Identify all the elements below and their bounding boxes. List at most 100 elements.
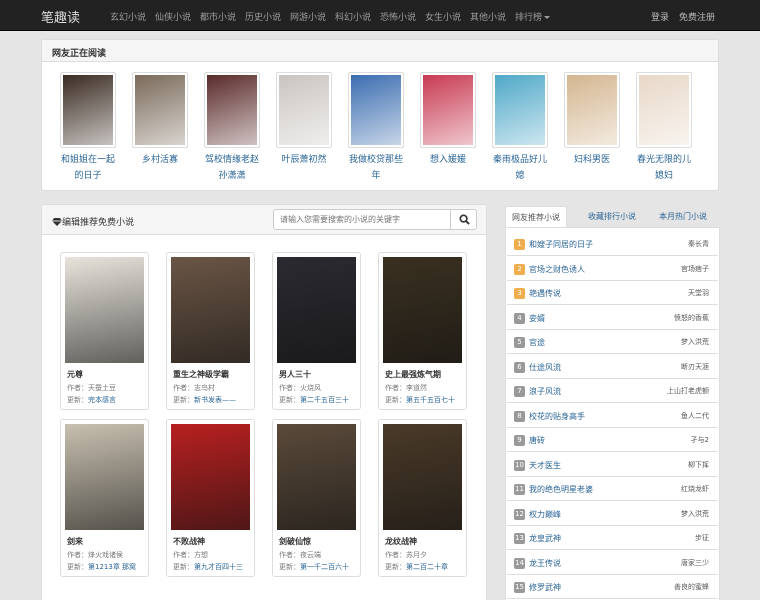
rank-title[interactable]: 官场之财色诱人 xyxy=(529,264,585,275)
book-name[interactable]: 元尊 xyxy=(67,369,83,380)
book-card[interactable]: 元尊 作者：天蚕土豆 更新：完本感言 xyxy=(60,252,149,410)
reading-item[interactable]: 乡村活寡 xyxy=(129,72,191,168)
rank-title[interactable]: 龙王传说 xyxy=(529,558,561,569)
rank-title[interactable]: 官途 xyxy=(529,337,545,348)
rank-title[interactable]: 权力巅峰 xyxy=(529,509,561,520)
rank-row[interactable]: 4 娈婿 愤怒的香蕉 xyxy=(507,305,718,330)
reading-title[interactable]: 和姐姐在一起的日子 xyxy=(57,152,119,184)
rank-title[interactable]: 天才医生 xyxy=(529,460,561,471)
tab-user-recommend[interactable]: 网友推荐小说 xyxy=(505,206,567,228)
reading-title[interactable]: 想入媛媛 xyxy=(417,152,479,168)
book-name[interactable]: 龙纹战神 xyxy=(385,536,417,547)
book-card[interactable]: 剑来 作者：烽火戏诸侯 更新：第1213章 那窝 xyxy=(60,419,149,577)
nav-kehuan[interactable]: 科幻小说 xyxy=(335,10,371,23)
nav-dushi[interactable]: 都市小说 xyxy=(200,10,236,23)
book-card[interactable]: 史上最强炼气期 作者：李道然 更新：第五千五百七十 xyxy=(378,252,467,410)
nav-lishi[interactable]: 历史小说 xyxy=(245,10,281,23)
book-card[interactable]: 男人三十 作者：火烧风 更新：第二千五百三十 xyxy=(272,252,361,410)
nav-qita[interactable]: 其他小说 xyxy=(470,10,506,23)
nav-kongbu[interactable]: 恐怖小说 xyxy=(380,10,416,23)
rank-row[interactable]: 15 修罗武神 善良的蜜蜂 xyxy=(507,575,718,599)
rank-title[interactable]: 唐砖 xyxy=(529,435,545,446)
book-cover[interactable] xyxy=(277,424,356,530)
reading-item[interactable]: 妇科男医 xyxy=(561,72,623,168)
reading-title[interactable]: 妇科男医 xyxy=(561,152,623,168)
book-name[interactable]: 剑破仙惊 xyxy=(279,536,311,547)
book-update[interactable]: 第1213章 那窝 xyxy=(88,563,136,571)
rank-row[interactable]: 8 校花的贴身高手 鱼人二代 xyxy=(507,403,718,428)
rank-title[interactable]: 娈婿 xyxy=(529,313,545,324)
rank-title[interactable]: 浪子风流 xyxy=(529,386,561,397)
book-cover[interactable] xyxy=(65,257,144,363)
book-card[interactable]: 龙纹战神 作者：苏月夕 更新：第二百二十章 xyxy=(378,419,467,577)
nav-ranking-dropdown[interactable]: 排行榜 xyxy=(515,10,551,23)
rank-row[interactable]: 12 权力巅峰 梦入洪荒 xyxy=(507,501,718,526)
book-card[interactable]: 重生之神级学霸 作者：志鸟村 更新：新书发表—— xyxy=(166,252,255,410)
reading-item[interactable]: 春光无限的儿媳妇 xyxy=(633,72,695,184)
rank-title[interactable]: 我的绝色明星老婆 xyxy=(529,484,593,495)
rank-title[interactable]: 修罗武神 xyxy=(529,582,561,593)
reading-title[interactable]: 叶辰萧初然 xyxy=(273,152,335,168)
book-name[interactable]: 史上最强炼气期 xyxy=(385,369,441,380)
reading-title[interactable]: 我做校贷那些年 xyxy=(345,152,407,184)
login-link[interactable]: 登录 xyxy=(651,10,669,23)
search-input[interactable] xyxy=(273,209,451,230)
book-cover[interactable] xyxy=(420,72,476,148)
rank-row[interactable]: 3 艳遇传说 天堂羽 xyxy=(507,281,718,305)
rank-row[interactable]: 5 官途 梦入洪荒 xyxy=(507,330,718,354)
book-update[interactable]: 第五千五百七十 xyxy=(406,396,455,404)
rank-row[interactable]: 7 浪子风流 上山打老虎额 xyxy=(507,379,718,403)
book-update[interactable]: 第九才百四十三 xyxy=(194,563,243,571)
book-update[interactable]: 第二千五百三十 xyxy=(300,396,349,404)
tab-collect-rank[interactable]: 收藏排行小说 xyxy=(581,206,643,228)
reading-item[interactable]: 驾校情缘老赵孙潇潇 xyxy=(201,72,263,184)
nav-wangyou[interactable]: 网游小说 xyxy=(290,10,326,23)
book-update[interactable]: 新书发表—— xyxy=(194,396,236,404)
book-cover[interactable] xyxy=(65,424,144,530)
reading-title[interactable]: 秦雨极品好儿媳 xyxy=(489,152,551,184)
rank-row[interactable]: 14 龙王传说 唐家三少 xyxy=(507,550,718,575)
rank-title[interactable]: 仕途风流 xyxy=(529,362,561,373)
book-name[interactable]: 男人三十 xyxy=(279,369,311,380)
nav-nvsheng[interactable]: 女生小说 xyxy=(425,10,461,23)
book-update[interactable]: 第二百二十章 xyxy=(406,563,448,571)
rank-title[interactable]: 和嫂子同居的日子 xyxy=(529,239,593,250)
book-cover[interactable] xyxy=(276,72,332,148)
rank-row[interactable]: 2 官场之财色诱人 官场痞子 xyxy=(507,256,718,281)
rank-title[interactable]: 校花的贴身高手 xyxy=(529,411,585,422)
rank-row[interactable]: 1 和嫂子同居的日子 秦长青 xyxy=(507,232,718,256)
book-update[interactable]: 完本感言 xyxy=(88,396,116,404)
reading-item[interactable]: 我做校贷那些年 xyxy=(345,72,407,184)
site-brand[interactable]: 笔趣读 xyxy=(41,7,80,26)
book-cover[interactable] xyxy=(171,257,250,363)
reading-item[interactable]: 和姐姐在一起的日子 xyxy=(57,72,119,184)
rank-row[interactable]: 11 我的绝色明星老婆 红烧龙虾 xyxy=(507,477,718,501)
reading-title[interactable]: 驾校情缘老赵孙潇潇 xyxy=(201,152,263,184)
book-cover[interactable] xyxy=(60,72,116,148)
book-card[interactable]: 不败战神 作者：方想 更新：第九才百四十三 xyxy=(166,419,255,577)
book-cover[interactable] xyxy=(348,72,404,148)
rank-title[interactable]: 龙皇武神 xyxy=(529,533,561,544)
book-cover[interactable] xyxy=(277,257,356,363)
book-name[interactable]: 重生之神级学霸 xyxy=(173,369,229,380)
reading-item[interactable]: 秦雨极品好儿媳 xyxy=(489,72,551,184)
tab-month-hot[interactable]: 本月热门小说 xyxy=(652,206,714,228)
rank-row[interactable]: 9 唐砖 孑与2 xyxy=(507,428,718,452)
rank-title[interactable]: 艳遇传说 xyxy=(529,288,561,299)
reading-item[interactable]: 叶辰萧初然 xyxy=(273,72,335,168)
register-link[interactable]: 免费注册 xyxy=(679,10,715,23)
rank-row[interactable]: 10 天才医生 柳下挥 xyxy=(507,452,718,477)
book-cover[interactable] xyxy=(132,72,188,148)
rank-row[interactable]: 13 龙皇武神 步征 xyxy=(507,526,718,550)
reading-title[interactable]: 春光无限的儿媳妇 xyxy=(633,152,695,184)
book-cover[interactable] xyxy=(171,424,250,530)
book-name[interactable]: 不败战神 xyxy=(173,536,205,547)
reading-title[interactable]: 乡村活寡 xyxy=(129,152,191,168)
book-cover[interactable] xyxy=(383,257,462,363)
book-card[interactable]: 剑破仙惊 作者：夜云端 更新：第一千二百六十 xyxy=(272,419,361,577)
book-cover[interactable] xyxy=(383,424,462,530)
reading-item[interactable]: 想入媛媛 xyxy=(417,72,479,168)
rank-row[interactable]: 6 仕途风流 断刃天涯 xyxy=(507,354,718,379)
book-cover[interactable] xyxy=(492,72,548,148)
nav-xuanhuan[interactable]: 玄幻小说 xyxy=(110,10,146,23)
